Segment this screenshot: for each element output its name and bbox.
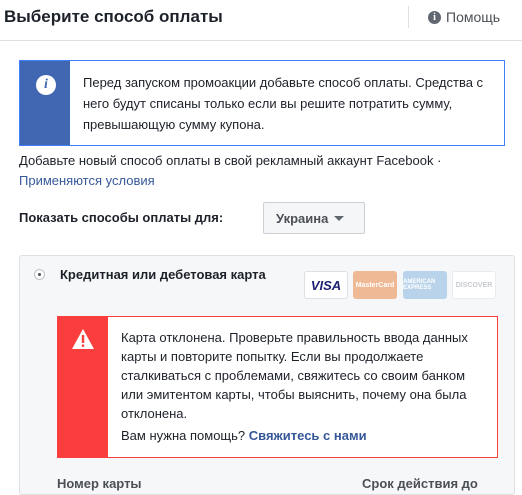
info-notice-text: Перед запуском промоакции добавьте спосо…: [83, 75, 484, 132]
info-icon: i: [36, 75, 56, 95]
amex-logo: AMERICAN EXPRESS: [403, 271, 447, 299]
header-divider: [408, 6, 409, 28]
dialog-header: Выберите способ оплаты i Помощь: [0, 0, 522, 41]
contact-us-link[interactable]: Свяжитесь с нами: [249, 428, 367, 443]
error-help-line: Вам нужна помощь? Свяжитесь с нами: [121, 428, 367, 443]
error-notice-strip: [58, 317, 108, 457]
help-label: Помощь: [446, 9, 501, 25]
country-select-value: Украина: [276, 210, 329, 226]
error-notice-text: Карта отклонена. Проверьте правильность …: [121, 330, 468, 421]
card-option-label[interactable]: Кредитная или дебетовая карта: [60, 267, 266, 282]
error-notice: Карта отклонена. Проверьте правильность …: [57, 316, 498, 458]
help-button[interactable]: i Помощь: [428, 9, 500, 25]
visa-logo: VISA: [304, 271, 348, 299]
add-payment-method-text: Добавьте новый способ оплаты в свой рекл…: [19, 153, 442, 168]
country-filter-label: Показать способы оплаты для:: [19, 210, 224, 225]
chevron-down-icon: [334, 215, 345, 221]
terms-link[interactable]: Применяются условия: [19, 172, 155, 190]
info-icon: i: [428, 10, 441, 24]
country-select[interactable]: Украина: [263, 202, 365, 234]
info-notice-strip: i: [20, 61, 70, 145]
dialog-title: Выберите способ оплаты: [4, 7, 223, 26]
info-notice: i Перед запуском промоакции добавьте спо…: [19, 60, 505, 146]
warning-icon: [72, 329, 94, 349]
help-question: Вам нужна помощь?: [121, 428, 246, 443]
mastercard-logo: MasterCard: [353, 271, 397, 299]
discover-logo: DISCOVER: [452, 271, 496, 299]
card-option-radio[interactable]: [34, 269, 45, 280]
radio-selected-dot: [38, 273, 41, 276]
